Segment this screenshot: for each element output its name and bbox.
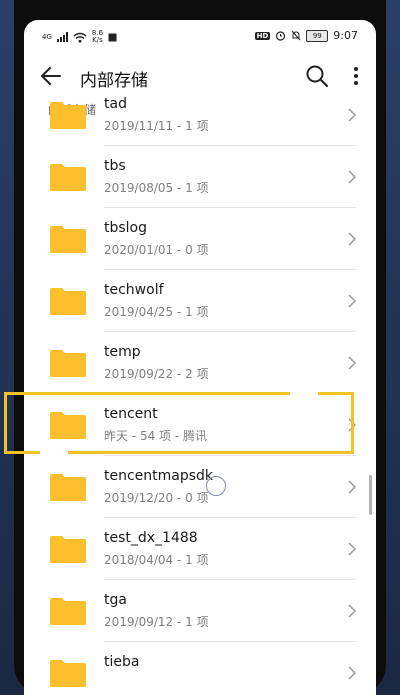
network-speed: 8.6 K/s: [91, 29, 104, 44]
folder-meta: 2019/09/12 - 1 项: [104, 615, 209, 629]
hd-badge: HD: [254, 31, 271, 40]
folder-name: tga: [104, 592, 127, 608]
list-item[interactable]: tencentmapsdk 2019/12/20 - 0 项: [24, 456, 376, 518]
folder-name: tad: [104, 96, 127, 112]
chevron-right-icon: [348, 108, 356, 122]
folder-meta: 昨天 - 54 项 - 腾讯: [104, 429, 208, 443]
list-item[interactable]: test_dx_1488 2018/04/04 - 1 项: [24, 518, 376, 580]
list-item[interactable]: techwolf 2019/04/25 - 1 项: [24, 270, 376, 332]
folder-meta: 2019/08/05 - 1 项: [104, 181, 209, 195]
folder-icon: [50, 350, 86, 377]
chevron-right-icon: [348, 170, 356, 184]
folder-name: tbs: [104, 158, 126, 174]
status-bar: 4G 8.6 K/s HD 99 9:07: [24, 20, 376, 54]
folder-name: tencent: [104, 406, 158, 422]
mute-icon: [291, 30, 301, 41]
screen: 4G 8.6 K/s HD 99 9:07 内部存储 tad 2019/11/1…: [24, 20, 376, 695]
list-item[interactable]: tad 2019/11/11 - 1 项: [24, 84, 376, 146]
list-item[interactable]: temp 2019/09/22 - 2 项: [24, 332, 376, 394]
folder-icon: [50, 102, 86, 129]
highlight-gap: [40, 451, 68, 456]
folder-meta: 2018/04/04 - 1 项: [104, 553, 209, 567]
folder-icon: [50, 474, 86, 501]
folder-icon: [50, 226, 86, 253]
folder-icon: [50, 598, 86, 625]
chevron-right-icon: [348, 480, 356, 494]
list-item[interactable]: tbs 2019/08/05 - 1 项: [24, 146, 376, 208]
battery-indicator: 99: [306, 29, 329, 42]
folder-icon: [50, 164, 86, 191]
folder-name: test_dx_1488: [104, 530, 198, 546]
folder-meta: 2019/04/25 - 1 项: [104, 305, 209, 319]
folder-name: tbslog: [104, 220, 148, 236]
folder-meta: 2019/11/11 - 1 项: [104, 119, 209, 133]
chevron-right-icon: [348, 418, 356, 432]
folder-name: techwolf: [104, 282, 164, 298]
wifi-icon: [73, 32, 87, 43]
folder-icon: [50, 288, 86, 315]
signal-icon: [56, 32, 68, 42]
folder-meta: 2020/01/01 - 0 项: [104, 243, 209, 257]
scrollbar[interactable]: [369, 475, 372, 515]
folder-meta: 2019/09/22 - 2 项: [104, 367, 209, 381]
phone-frame: 4G 8.6 K/s HD 99 9:07 内部存储 tad 2019/11/1…: [0, 0, 400, 695]
folder-icon: [50, 660, 86, 687]
chevron-right-icon: [348, 232, 356, 246]
status-time: 9:07: [333, 29, 358, 42]
folder-icon: [50, 412, 86, 439]
phone-notch: [110, 0, 290, 10]
chevron-right-icon: [348, 294, 356, 308]
folder-name: tieba: [104, 654, 140, 670]
chevron-right-icon: [348, 604, 356, 618]
notification-icon: [108, 33, 117, 41]
list-item[interactable]: tbslog 2020/01/01 - 0 项: [24, 208, 376, 270]
chevron-right-icon: [348, 542, 356, 556]
list-item[interactable]: tieba: [24, 642, 376, 695]
chevron-right-icon: [348, 666, 356, 680]
folder-name: temp: [104, 344, 141, 360]
folder-meta: 2019/12/20 - 0 项: [104, 491, 209, 505]
highlight-gap: [290, 391, 318, 396]
signal-type: 4G: [42, 33, 52, 41]
alarm-icon: [276, 31, 286, 41]
chevron-right-icon: [348, 356, 356, 370]
list-item[interactable]: tencent 昨天 - 54 项 - 腾讯: [24, 394, 376, 456]
folder-name: tencentmapsdk: [104, 468, 214, 484]
folder-icon: [50, 536, 86, 563]
loading-spinner: [206, 476, 226, 496]
list-item[interactable]: tga 2019/09/12 - 1 项: [24, 580, 376, 642]
